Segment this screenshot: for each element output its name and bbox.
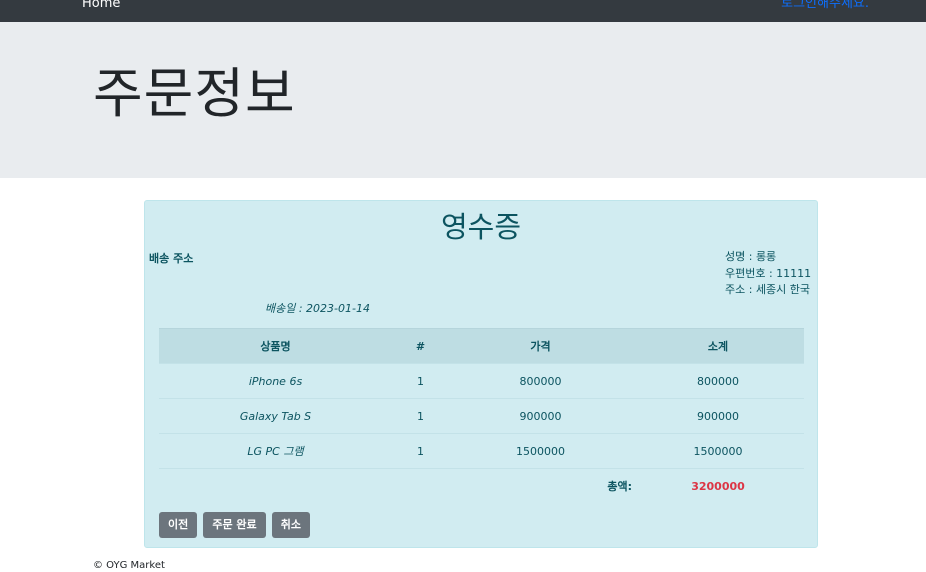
page-title: 주문정보 <box>93 62 296 125</box>
table-row: Galaxy Tab S 1 900000 900000 <box>159 398 804 434</box>
shipping-date: 배송일 : 2023-01-14 <box>265 302 370 315</box>
total-amount: 3200000 <box>632 468 804 504</box>
cancel-button[interactable]: 취소 <box>271 512 310 538</box>
item-qty: 1 <box>392 433 449 469</box>
column-header-subtotal: 소계 <box>632 328 804 364</box>
home-link[interactable]: Home <box>82 0 120 13</box>
item-price: 900000 <box>449 398 632 434</box>
item-price: 800000 <box>449 363 632 399</box>
footer-copyright: © OYG Market <box>93 560 165 571</box>
receipt-panel: 영수증 배송 주소 성명 : 롱롱 우편번호 : 11111 주소 : 세종시 … <box>144 200 818 548</box>
table-header-row: 상품명 # 가격 소계 <box>159 328 804 364</box>
column-header-qty: # <box>392 328 449 364</box>
item-name: LG PC 그램 <box>159 433 392 469</box>
customer-name: 성명 : 롱롱 <box>725 250 777 263</box>
total-row: 총액: 3200000 <box>159 468 804 504</box>
item-name: iPhone 6s <box>159 363 392 399</box>
customer-info: 성명 : 롱롱 우편번호 : 11111 주소 : 세종시 한국 <box>725 249 811 299</box>
item-qty: 1 <box>392 398 449 434</box>
action-buttons: 이전 주문 완료 취소 <box>159 512 311 538</box>
prev-button[interactable]: 이전 <box>159 512 198 538</box>
table-row: LG PC 그램 1 1500000 1500000 <box>159 433 804 469</box>
column-header-product: 상품명 <box>159 328 392 364</box>
item-name: Galaxy Tab S <box>159 398 392 434</box>
navbar: Home 로그인해주세요. <box>0 0 926 22</box>
order-items-table: 상품명 # 가격 소계 iPhone 6s 1 800000 800000 Ga… <box>159 328 804 504</box>
item-subtotal: 900000 <box>632 398 804 434</box>
login-link[interactable]: 로그인해주세요. <box>781 0 869 13</box>
item-price: 1500000 <box>449 433 632 469</box>
column-header-price: 가격 <box>449 328 632 364</box>
item-subtotal: 800000 <box>632 363 804 399</box>
customer-zip: 우편번호 : 11111 <box>725 266 812 280</box>
item-subtotal: 1500000 <box>632 433 804 469</box>
jumbotron: 주문정보 <box>0 22 926 178</box>
receipt-title: 영수증 <box>440 210 522 244</box>
item-qty: 1 <box>392 363 449 399</box>
table-row: iPhone 6s 1 800000 800000 <box>159 363 804 399</box>
total-label: 총액: <box>449 468 632 504</box>
complete-order-button[interactable]: 주문 완료 <box>203 512 266 538</box>
customer-address: 주소 : 세종시 한국 <box>725 283 811 296</box>
shipping-address-label: 배송 주소 <box>149 252 194 265</box>
